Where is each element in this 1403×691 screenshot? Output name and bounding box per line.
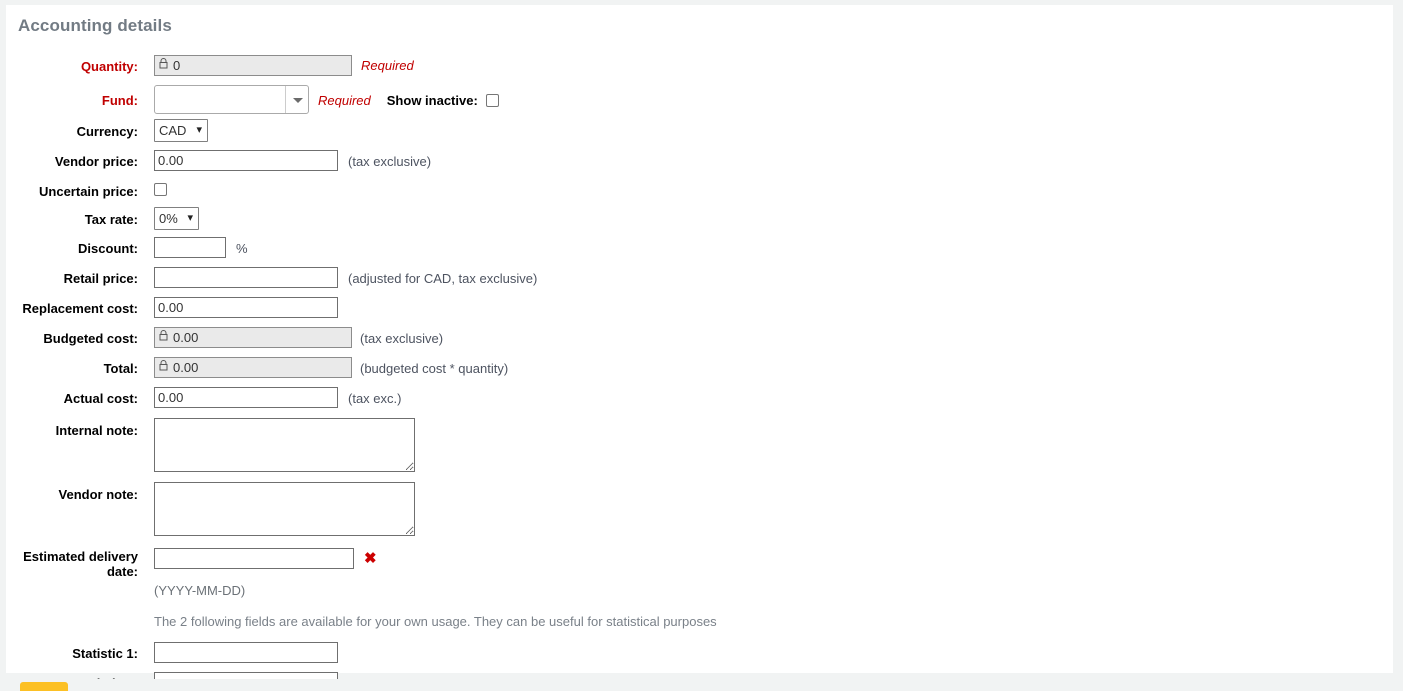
tax-rate-select-wrapper: 0% ▾ xyxy=(154,207,199,230)
row-currency: Currency: CAD ▾ xyxy=(7,119,1392,142)
vendor-note-label: Vendor note: xyxy=(58,487,138,502)
estimated-delivery-date-label: Estimated delivery date: xyxy=(7,546,138,579)
row-budgeted-cost: Budgeted cost: (tax exclusive) xyxy=(7,327,1392,348)
row-replacement-cost: Replacement cost: xyxy=(7,297,1392,318)
row-estimated-delivery-date: Estimated delivery date: ✖ xyxy=(7,546,1392,579)
tax-rate-control: 0% ▾ xyxy=(154,207,1392,230)
actual-cost-input[interactable] xyxy=(154,387,338,408)
page-root: Accounting details Quantity: 0 Required … xyxy=(0,0,1403,691)
fund-select-arrow-box xyxy=(285,86,308,113)
row-uncertain-price: Uncertain price: xyxy=(7,180,1392,199)
total-label: Total: xyxy=(103,361,138,376)
uncertain-price-label: Uncertain price: xyxy=(39,184,138,199)
actual-cost-hint: (tax exc.) xyxy=(348,391,402,406)
internal-note-control xyxy=(154,418,1392,472)
replacement-cost-control xyxy=(154,297,1392,318)
show-inactive-label: Show inactive: xyxy=(386,93,478,108)
quantity-input-wrapper xyxy=(154,55,352,76)
row-vendor-note: Vendor note: xyxy=(7,482,1392,536)
row-quantity: Quantity: Required xyxy=(7,55,1392,76)
row-actual-cost: Actual cost: (tax exc.) xyxy=(7,387,1392,408)
fund-control: Required Show inactive: xyxy=(154,85,1392,114)
discount-control: % xyxy=(154,237,1392,258)
row-tax-rate: Tax rate: 0% ▾ xyxy=(7,207,1392,230)
retail-price-hint: (adjusted for CAD, tax exclusive) xyxy=(348,271,538,286)
statistics-note: The 2 following fields are available for… xyxy=(154,614,717,629)
clear-date-icon[interactable]: ✖ xyxy=(364,548,377,567)
estimated-delivery-date-control: ✖ xyxy=(154,546,1392,569)
vendor-price-control: (tax exclusive) xyxy=(154,150,1392,171)
replacement-cost-input[interactable] xyxy=(154,297,338,318)
row-date-format-hint: (YYYY-MM-DD) xyxy=(7,583,1392,599)
quantity-control: Required xyxy=(154,55,1392,76)
currency-label: Currency: xyxy=(76,124,138,139)
replacement-cost-label: Replacement cost: xyxy=(22,301,138,316)
statistic-1-control xyxy=(154,642,1392,663)
internal-note-label: Internal note: xyxy=(55,423,138,438)
chevron-down-icon xyxy=(293,98,303,103)
bottom-action-bar xyxy=(0,679,1403,691)
fund-label: Fund: xyxy=(101,93,138,108)
fund-select[interactable] xyxy=(154,85,309,114)
vendor-note-textarea[interactable] xyxy=(154,482,415,536)
statistic-1-input[interactable] xyxy=(154,642,338,663)
uncertain-price-control xyxy=(154,180,1392,196)
discount-input[interactable] xyxy=(154,237,226,258)
vendor-price-input[interactable] xyxy=(154,150,338,171)
budgeted-cost-input-wrapper xyxy=(154,327,352,348)
statistic-1-label: Statistic 1: xyxy=(72,646,138,661)
row-discount: Discount: % xyxy=(7,237,1392,258)
estimated-delivery-date-input[interactable] xyxy=(154,548,354,569)
quantity-required-text: Required xyxy=(361,58,414,73)
retail-price-input[interactable] xyxy=(154,267,338,288)
internal-note-textarea[interactable] xyxy=(154,418,415,472)
currency-control: CAD ▾ xyxy=(154,119,1392,142)
retail-price-label: Retail price: xyxy=(63,271,138,286)
estimated-delivery-date-label-line1: Estimated delivery xyxy=(23,549,138,564)
page-title: Accounting details xyxy=(18,16,172,35)
row-total: Total: (budgeted cost * quantity) xyxy=(7,357,1392,378)
vendor-price-label: Vendor price: xyxy=(54,154,138,169)
retail-price-control: (adjusted for CAD, tax exclusive) xyxy=(154,267,1392,288)
total-hint: (budgeted cost * quantity) xyxy=(360,361,509,376)
actual-cost-label: Actual cost: xyxy=(63,391,138,406)
uncertain-price-checkbox[interactable] xyxy=(154,183,167,196)
total-input[interactable] xyxy=(154,357,352,378)
row-fund: Fund: Required Show inactive: xyxy=(7,85,1392,114)
row-statistic-1: Statistic 1: xyxy=(7,642,1392,663)
actual-cost-control: (tax exc.) xyxy=(154,387,1392,408)
row-retail-price: Retail price: (adjusted for CAD, tax exc… xyxy=(7,267,1392,288)
estimated-delivery-date-label-line2: date: xyxy=(106,564,138,579)
accounting-details-panel: Accounting details Quantity: 0 Required … xyxy=(6,5,1393,691)
vendor-price-hint: (tax exclusive) xyxy=(348,154,432,169)
total-control: (budgeted cost * quantity) xyxy=(154,357,1392,378)
discount-percent-suffix: % xyxy=(236,241,248,256)
row-statistics-note: The 2 following fields are available for… xyxy=(7,614,1392,630)
quantity-input[interactable] xyxy=(154,55,352,76)
tax-rate-select[interactable]: 0% xyxy=(154,207,199,230)
budgeted-cost-label: Budgeted cost: xyxy=(43,331,138,346)
row-vendor-price: Vendor price: (tax exclusive) xyxy=(7,150,1392,171)
date-format-hint: (YYYY-MM-DD) xyxy=(154,583,246,598)
save-button[interactable]: Save xyxy=(20,682,68,691)
accounting-details-form: Quantity: Required xyxy=(7,55,1392,691)
total-input-wrapper xyxy=(154,357,352,378)
show-inactive-checkbox[interactable] xyxy=(485,94,499,107)
currency-select-wrapper: CAD ▾ xyxy=(154,119,208,142)
vendor-note-control xyxy=(154,482,1392,536)
budgeted-cost-hint: (tax exclusive) xyxy=(360,331,444,346)
budgeted-cost-input[interactable] xyxy=(154,327,352,348)
fund-required-text: Required xyxy=(318,93,371,108)
quantity-label: Quantity: xyxy=(80,59,138,74)
tax-rate-label: Tax rate: xyxy=(84,212,138,227)
currency-select[interactable]: CAD xyxy=(154,119,208,142)
row-internal-note: Internal note: xyxy=(7,418,1392,472)
budgeted-cost-control: (tax exclusive) xyxy=(154,327,1392,348)
discount-label: Discount: xyxy=(78,241,138,256)
